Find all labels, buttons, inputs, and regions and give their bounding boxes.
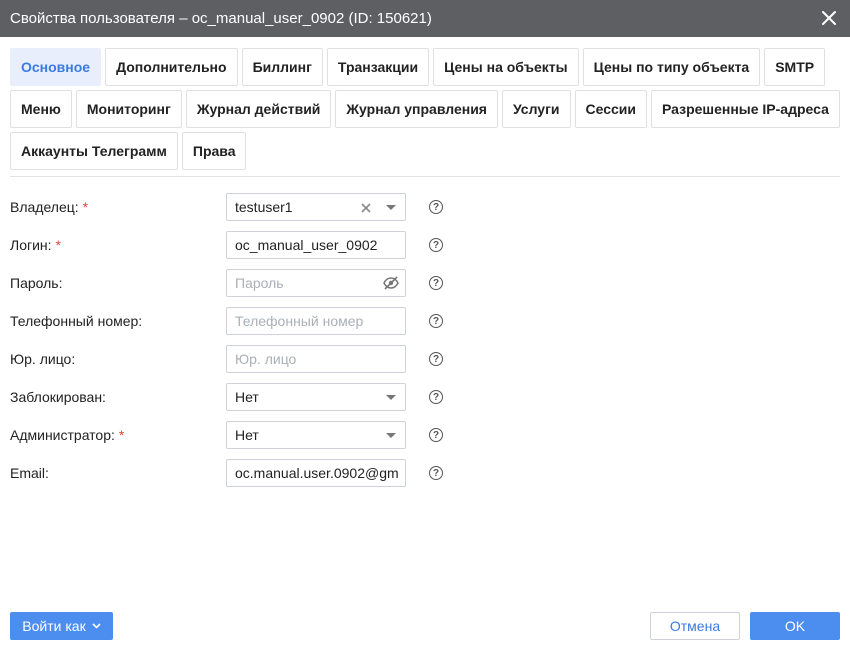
ok-button[interactable]: OK xyxy=(750,612,840,640)
login-row: Логин: * oc_manual_user_0902 ? xyxy=(10,228,840,266)
legal-entity-label: Юр. лицо: xyxy=(10,351,76,367)
tab-object-type-prices[interactable]: Цены по типу объекта xyxy=(582,48,761,86)
owner-value: testuser1 xyxy=(235,199,293,215)
tab-bar: Основное Дополнительно Биллинг Транзакци… xyxy=(10,48,840,174)
tab-action-log[interactable]: Журнал действий xyxy=(185,90,332,128)
password-input[interactable] xyxy=(235,275,405,291)
tab-sessions[interactable]: Сессии xyxy=(574,90,648,128)
tab-additional[interactable]: Дополнительно xyxy=(105,48,238,86)
blocked-row: Заблокирован: Нет ? xyxy=(10,380,840,418)
login-as-button[interactable]: Войти как xyxy=(10,612,113,640)
required-mark: * xyxy=(118,427,125,443)
eye-off-icon[interactable] xyxy=(383,276,399,290)
phone-label: Телефонный номер: xyxy=(10,313,143,329)
chevron-down-icon xyxy=(92,623,101,629)
owner-select[interactable]: testuser1 xyxy=(226,193,406,221)
tab-billing[interactable]: Биллинг xyxy=(241,48,323,86)
clear-icon[interactable] xyxy=(361,203,371,213)
chevron-down-icon xyxy=(386,395,396,400)
blocked-select[interactable]: Нет xyxy=(226,383,406,411)
login-input[interactable]: oc_manual_user_0902 xyxy=(235,237,405,253)
password-input-box[interactable] xyxy=(226,269,406,297)
tab-telegram-accounts[interactable]: Аккаунты Телеграмм xyxy=(10,132,178,170)
legal-entity-row: Юр. лицо: ? xyxy=(10,342,840,380)
help-icon[interactable]: ? xyxy=(429,352,443,366)
tab-menu[interactable]: Меню xyxy=(10,90,72,128)
email-row: Email: oc.manual.user.0902@gm ? xyxy=(10,456,840,494)
login-input-box[interactable]: oc_manual_user_0902 xyxy=(226,231,406,259)
phone-row: Телефонный номер: ? xyxy=(10,304,840,342)
help-icon[interactable]: ? xyxy=(429,238,443,252)
login-as-label: Войти как xyxy=(22,618,86,634)
help-icon[interactable]: ? xyxy=(429,466,443,480)
required-mark: * xyxy=(82,199,89,215)
dialog-title: Свойства пользователя – oc_manual_user_0… xyxy=(10,10,432,27)
owner-label: Владелец: * xyxy=(10,199,89,215)
tab-allowed-ips[interactable]: Разрешенные IP-адреса xyxy=(651,90,840,128)
tab-rights[interactable]: Права xyxy=(181,132,247,170)
close-icon[interactable] xyxy=(820,9,838,27)
admin-value: Нет xyxy=(235,427,259,443)
help-icon[interactable]: ? xyxy=(429,428,443,442)
tab-separator xyxy=(10,176,840,177)
tab-services[interactable]: Услуги xyxy=(501,90,571,128)
email-label: Email: xyxy=(10,465,49,481)
user-form: Владелец: * testuser1 ? Логин: * oc_manual… xyxy=(10,190,840,494)
tab-smtp[interactable]: SMTP xyxy=(764,48,826,86)
help-icon[interactable]: ? xyxy=(429,200,443,214)
admin-row: Администратор: * Нет ? xyxy=(10,418,840,456)
legal-entity-input-box[interactable] xyxy=(226,345,406,373)
blocked-label: Заблокирован: xyxy=(10,389,106,405)
tab-transactions[interactable]: Транзакции xyxy=(326,48,430,86)
password-row: Пароль: ? xyxy=(10,266,840,304)
admin-select[interactable]: Нет xyxy=(226,421,406,449)
phone-input-box[interactable] xyxy=(226,307,406,335)
chevron-down-icon xyxy=(386,205,396,210)
password-label: Пароль: xyxy=(10,275,63,291)
legal-entity-input[interactable] xyxy=(235,351,405,367)
cancel-button[interactable]: Отмена xyxy=(650,612,740,640)
help-icon[interactable]: ? xyxy=(429,276,443,290)
tab-basic[interactable]: Основное xyxy=(10,48,102,86)
dialog-titlebar: Свойства пользователя – oc_manual_user_0… xyxy=(0,0,850,37)
blocked-value: Нет xyxy=(235,389,259,405)
email-input-box[interactable]: oc.manual.user.0902@gm xyxy=(226,459,406,487)
help-icon[interactable]: ? xyxy=(429,390,443,404)
tab-control-log[interactable]: Журнал управления xyxy=(335,90,498,128)
login-label: Логин: * xyxy=(10,237,61,253)
chevron-down-icon xyxy=(386,433,396,438)
admin-label: Администратор: * xyxy=(10,427,125,443)
required-mark: * xyxy=(55,237,61,253)
help-icon[interactable]: ? xyxy=(429,314,443,328)
phone-input[interactable] xyxy=(235,313,405,329)
email-input[interactable]: oc.manual.user.0902@gm xyxy=(235,465,405,481)
tab-object-prices[interactable]: Цены на объекты xyxy=(433,48,579,86)
tab-monitoring[interactable]: Мониторинг xyxy=(75,90,182,128)
owner-row: Владелец: * testuser1 ? xyxy=(10,190,840,228)
